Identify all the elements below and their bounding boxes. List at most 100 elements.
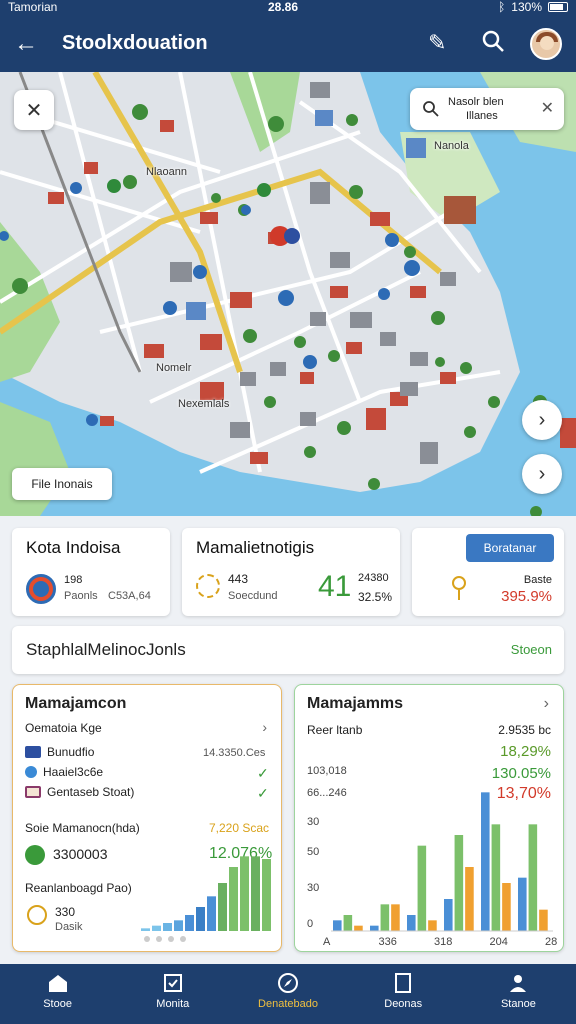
pager-dot [168,936,174,942]
x-tick-label: 336 [379,936,397,948]
status-bar: Tamorian 28.86 ᛒ 130% [0,0,576,16]
badge-icon [27,905,47,925]
pager-dot [144,936,150,942]
nav-item-explore[interactable]: Denatebado [230,964,345,1024]
card-caption: Soecdund [228,590,278,602]
chart-bar [465,867,474,931]
list-item[interactable]: Gentaseb Stoat) [25,785,134,799]
chart-bar [417,845,427,931]
mini-bar [174,920,183,931]
chart-bar [428,920,437,931]
chart-bar [518,877,527,931]
list-item-label: Haaiel3c6e [43,765,104,779]
map-label: Nlaoann [146,166,187,178]
map-search-line2: Illanes [466,110,498,122]
card-title: Mamalietnotigis [196,538,315,557]
y-tick-label: 30 [307,816,319,828]
x-tick-label: 204 [490,936,508,948]
compass-icon [278,973,298,993]
locate-icon[interactable]: ✕ [14,90,54,130]
nav-item-home[interactable]: Stooe [0,964,115,1024]
list-item[interactable]: Haaiel3c6e [25,765,103,779]
document-icon [395,973,412,993]
nav-item-profile[interactable]: Stanoe [461,964,576,1024]
chart-bar [333,920,342,931]
app-bar: ← Stoolxdouation ✎ [0,16,576,72]
nav-item-monitor[interactable]: Monita [115,964,230,1024]
list-item[interactable]: Bunudfio [25,745,94,759]
avatar[interactable] [530,28,562,60]
section-header: StaphlalMelinocJonls Stoeon [12,626,564,674]
bar-chart: 30 50 30 0A 336 318 204 28 [307,792,557,948]
chart-bar [370,925,379,931]
map-label: Nexemlals [178,398,230,410]
bluetooth-icon: ᛒ [498,0,506,14]
primary-button[interactable]: Boratanar [466,534,554,562]
stat-card-kota[interactable]: Kota Indoisa 198 Paonls C53A,64 [12,528,170,616]
edit-icon[interactable]: ✎ [428,30,446,56]
y-tick-label: 30 [307,882,319,894]
battery-label: 130% [511,0,542,14]
status-icons: ᛒ 130% [498,0,568,14]
chevron-right-icon[interactable]: › [262,719,267,735]
map-label: Nomelr [156,362,192,374]
mini-bar [240,856,249,931]
map-label: Nanola [434,140,469,152]
metric-label: Soie Mamanocn(hda) [25,821,140,835]
home-icon [48,975,67,992]
card-value: 443 [228,572,249,586]
flag-icon [26,574,56,604]
chart-bar [491,824,501,931]
mini-bar [185,915,194,931]
x-tick-label: 318 [434,936,452,948]
map-search-box[interactable]: Nasolr blen Illanes ✕ [410,88,564,130]
mini-bar [207,896,216,931]
chart-bar [528,824,538,931]
card-caption: C53A,64 [108,590,151,602]
mini-bar [229,867,238,931]
chart-bar [444,899,453,931]
y-tick-label: 0 [307,918,313,930]
file-button[interactable]: File Inonais [12,468,112,500]
card-value: 24380 [358,572,389,584]
metric-label: Reanlanboagd Pao) [25,881,132,895]
chevron-right-icon[interactable]: › [522,400,562,440]
card-value: Baste [523,574,552,586]
panel-right: Mamajamms › Reer ltanb 2.9535 bc 18,29% … [294,684,564,952]
back-arrow-icon[interactable]: ← [14,30,38,58]
section-link[interactable]: Stoeon [511,642,552,657]
nav-label: Denatebado [258,998,318,1010]
chart-bar [481,792,490,931]
card-value: 198 [64,574,83,586]
download-icon [25,845,45,865]
close-icon[interactable]: ✕ [541,98,554,118]
x-tick-label: A [323,936,331,948]
map-view[interactable]: ✕ Nasolr blen Illanes ✕ Nanola Nlaoann N… [0,72,576,516]
card-icon [25,786,41,798]
nav-item-documents[interactable]: Deonas [346,964,461,1024]
check-icon: ✓ [257,765,269,781]
pager-dot [156,936,162,942]
pager-dot [180,936,186,942]
bottom-nav: Stooe Monita Denatebado Deonas Stanoe [0,964,576,1024]
card-big-number: 41 [318,570,352,603]
chevron-right-icon[interactable]: › [522,454,562,494]
flag-icon [25,746,41,758]
check-icon: ✓ [257,785,269,801]
chart-bar [343,915,353,931]
panel-subtitle: Oematoia Kge [25,721,102,735]
metric-value: 7,220 Scac [209,821,270,835]
chart-bar [354,925,363,931]
metric-number: 330 [55,905,76,919]
chart-bar [454,835,464,931]
mini-bar [196,907,205,931]
card-percent: 32.5% [358,590,393,604]
mini-bar [218,883,227,931]
stat-card-action: Boratanar Baste 395.9% [412,528,564,616]
mini-bar-chart [141,856,271,942]
pin-icon [452,576,466,600]
sun-icon [196,574,220,598]
search-icon[interactable] [480,28,508,61]
stat-card-statistics[interactable]: Mamalietnotigis 443 Soecdund 41 24380 32… [182,528,400,616]
chart-bar [539,909,548,931]
